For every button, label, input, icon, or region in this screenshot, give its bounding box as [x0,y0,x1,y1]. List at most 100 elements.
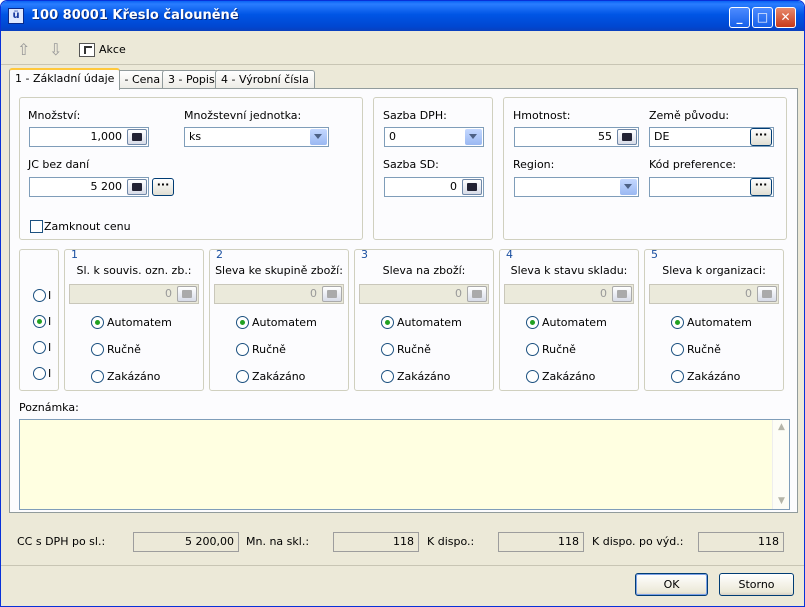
discount-group-number: 4 [506,248,513,261]
discount-value: 0 [165,287,172,300]
close-button[interactable]: ✕ [775,7,796,28]
level-radio-label: I [48,289,52,302]
storno-button[interactable]: Storno [719,573,794,596]
discount-value-field: 0 [69,284,199,304]
jc-browse-button[interactable]: ··· [152,178,174,196]
discount-option-radio[interactable] [671,316,684,329]
region-label: Region: [513,158,555,171]
sazba-sd-value: 0 [450,180,457,193]
discount-option-label: Zakázáno [107,370,161,383]
zamknout-checkbox[interactable] [30,220,43,233]
chevron-down-icon[interactable] [465,129,482,145]
discount-value: 0 [745,287,752,300]
akce-button[interactable]: Akce [79,40,126,60]
level-radio[interactable] [33,289,46,302]
status-bar: CC s DPH po sl.: 5 200,00 Mn. na skl.: 1… [9,521,798,565]
tab-panel-zakladni-udaje: Množství: 1,000 Množstevní jednotka: ks … [9,88,798,513]
discount-option-label: Ručně [687,343,721,356]
calculator-icon[interactable] [462,179,482,195]
calculator-icon [322,286,342,302]
discount-option-radio[interactable] [91,316,104,329]
discount-option-label: Automatem [107,316,172,329]
discount-option-label: Automatem [687,316,752,329]
tab-zakladni-udaje[interactable]: 1 - Základní údaje [9,68,121,90]
discount-option-radio[interactable] [526,343,539,356]
calculator-icon [177,286,197,302]
kdispo-vyd-label: K dispo. po výd.: [592,535,684,548]
tab-vyrobni-cisla[interactable]: 4 - Výrobní čísla [215,70,315,89]
akce-label: Akce [99,43,126,56]
kdispo-label: K dispo.: [427,535,475,548]
discount-group-number: 3 [361,248,368,261]
discount-value: 0 [310,287,317,300]
discount-value: 0 [600,287,607,300]
kod-pref-browse-button[interactable]: ··· [750,178,772,196]
sazba-sd-field[interactable]: 0 [384,177,484,197]
level-radio[interactable] [33,341,46,354]
sazba-dph-select[interactable]: 0 [384,127,484,147]
calculator-icon [612,286,632,302]
chevron-down-icon[interactable] [310,129,327,145]
jednotka-select[interactable]: ks [184,127,329,147]
discount-option-radio[interactable] [526,316,539,329]
kdispo-value: 118 [498,532,584,552]
calculator-icon[interactable] [617,129,637,145]
discount-option-label: Zakázáno [687,370,741,383]
discount-option-radio[interactable] [381,343,394,356]
title-bar[interactable]: ü 100 80001 Křeslo čalouněné _ □ ✕ [1,1,804,31]
discount-option-label: Automatem [397,316,462,329]
poznamka-label: Poznámka: [19,401,79,414]
discount-option-label: Automatem [252,316,317,329]
tab-popis[interactable]: 3 - Popis [162,70,221,89]
discount-group-title: Sl. k souvis. ozn. zb.: [76,264,192,277]
scroll-up-icon[interactable]: ▲ [774,420,789,435]
discount-option-radio[interactable] [236,343,249,356]
level-radio[interactable] [33,367,46,380]
discount-group-title: Sleva ke skupině zboží: [215,264,343,277]
discount-group-title: Sleva k organizaci: [662,264,766,277]
discount-option-radio[interactable] [91,370,104,383]
kdispo-vyd-value: 118 [698,532,784,552]
toolbar: ⇧ ⇩ Akce [5,36,800,64]
notes-scrollbar[interactable]: ▲ ▼ [772,420,789,509]
discount-option-radio[interactable] [381,316,394,329]
poznamka-textarea[interactable]: ▲ ▼ [19,419,790,510]
discount-option-radio[interactable] [526,370,539,383]
level-radio[interactable] [33,315,46,328]
origin-group: Hmotnost: 55 Země původu: DE ··· Region: … [503,97,787,240]
tax-group: Sazba DPH: 0 Sazba SD: 0 [373,97,493,240]
discount-value-field: 0 [359,284,489,304]
mnozstvi-field[interactable]: 1,000 [29,127,149,147]
minimize-button[interactable]: _ [729,7,750,28]
arrow-down-icon[interactable]: ⇩ [49,40,62,60]
window-title: 100 80001 Křeslo čalouněné [31,8,239,23]
sazba-dph-label: Sazba DPH: [383,109,447,122]
calculator-icon [467,286,487,302]
calculator-icon[interactable] [127,179,147,195]
discount-option-label: Ručně [107,343,141,356]
kod-pref-field[interactable]: ··· [649,177,774,197]
discount-option-radio[interactable] [671,370,684,383]
zeme-browse-button[interactable]: ··· [750,128,772,146]
chevron-down-icon[interactable] [620,179,637,195]
discount-value-field: 0 [214,284,344,304]
arrow-up-icon[interactable]: ⇧ [17,40,30,60]
level-radio-label: I [48,367,52,380]
discount-option-radio[interactable] [671,343,684,356]
discount-option-radio[interactable] [236,316,249,329]
discount-option-label: Ručně [252,343,286,356]
calculator-icon[interactable] [127,129,147,145]
scroll-down-icon[interactable]: ▼ [774,494,789,509]
cc-value: 5 200,00 [133,532,239,552]
maximize-button[interactable]: □ [752,7,773,28]
hmotnost-field[interactable]: 55 [514,127,639,147]
ok-button[interactable]: OK [635,573,708,596]
discount-option-radio[interactable] [381,370,394,383]
discount-option-radio[interactable] [236,370,249,383]
region-select[interactable] [514,177,639,197]
discount-option-radio[interactable] [91,343,104,356]
zeme-field[interactable]: DE ··· [649,127,774,147]
jc-field[interactable]: 5 200 [29,177,149,197]
hmotnost-label: Hmotnost: [513,109,571,122]
discount-group: 2 Sleva ke skupině zboží: 0 Automatem Ručně Z… [209,248,349,391]
